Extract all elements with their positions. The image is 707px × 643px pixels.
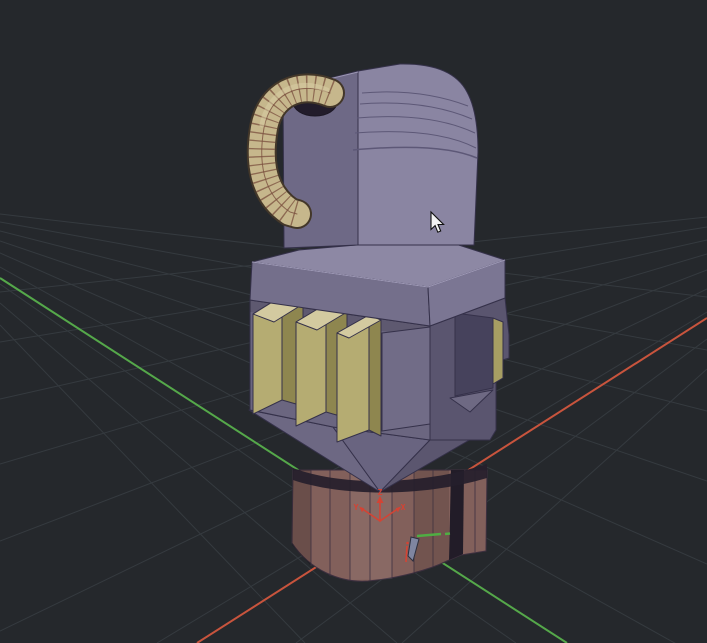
gizmo-label-z: Z: [378, 488, 383, 497]
viewport-3d[interactable]: Z Y X: [0, 0, 707, 643]
side-recess-slat[interactable]: [493, 318, 503, 384]
slat-3[interactable]: [337, 315, 381, 442]
head-right-face[interactable]: [358, 64, 478, 245]
mini-gizmo-green-dash: [445, 534, 450, 535]
gizmo-label-y: Y: [354, 503, 359, 512]
mini-gizmo-red-dot: [406, 541, 409, 545]
slat-3-side[interactable]: [369, 315, 381, 436]
mini-gizmo-red-tick: [406, 546, 407, 562]
gizmo-label-x: X: [401, 503, 406, 512]
front-raised-plate[interactable]: [382, 327, 430, 431]
side-recess-panel[interactable]: [455, 313, 493, 396]
